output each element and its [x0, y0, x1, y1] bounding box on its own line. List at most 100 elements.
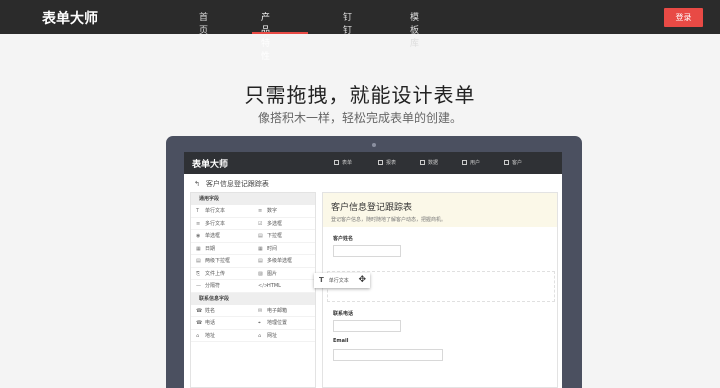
- palette-grid-common: T 单行文本 ≡ 数字 ≡ 多行文本 ☑ 多选框 ◉ 单选框 ▤ 下拉框 ▦ 日期 ▦ 时间 ▤ 两级下拉框 ▤ 多级…: [191, 205, 315, 293]
- field-type-icon: ☑: [258, 220, 263, 227]
- field-type-icon: ⌂: [196, 332, 200, 339]
- nav-item-home[interactable]: 首页: [199, 10, 208, 36]
- field-type-icon: ⌂: [258, 332, 262, 339]
- app-nav-label: 用户: [470, 160, 481, 166]
- customer-name-input[interactable]: [333, 245, 401, 257]
- form-description: 登记客户信息，随时随地了解客户动态，把握商机。: [331, 217, 447, 223]
- palette-item[interactable]: ▤ 多级单选框: [253, 255, 315, 268]
- app-header: 表单大师 表单 报表 数据 用户 客户: [184, 152, 562, 174]
- field-type-icon: ⎘: [196, 270, 201, 277]
- palette-item-label: 时间: [267, 245, 278, 252]
- palette-item[interactable]: ☎ 电话: [191, 317, 253, 330]
- palette-section-contact: 联系信息字段: [191, 292, 315, 305]
- app-screen: 表单大师 表单 报表 数据 用户 客户 ↰ 客户信息登记跟踪表 通用字段 T 单行文…: [184, 152, 562, 388]
- palette-item-label: 多选框: [267, 220, 283, 227]
- app-nav-report[interactable]: 报表: [378, 159, 396, 166]
- top-nav-bar: 表单大师 首页 产品特性 钉钉 模板库 登录: [0, 0, 720, 62]
- field-type-icon: ◉: [196, 233, 201, 239]
- nav-item-templates[interactable]: 模板库: [410, 10, 419, 49]
- login-button[interactable]: 登录: [664, 8, 703, 27]
- palette-item-label: 图片: [267, 270, 278, 277]
- palette-item-label: 电子邮箱: [267, 307, 288, 314]
- palette-item[interactable]: ◉ 单选框: [191, 230, 253, 243]
- users-icon: [462, 160, 467, 165]
- palette-item-label: 地址: [205, 332, 216, 339]
- field-type-icon: —: [196, 283, 201, 289]
- brand-logo[interactable]: 表单大师: [42, 8, 98, 28]
- palette-section-common: 通用字段: [191, 193, 315, 205]
- palette-item-label: 数字: [267, 208, 278, 214]
- field-type-icon: T: [196, 208, 200, 214]
- palette-item-label: 单选框: [205, 233, 221, 239]
- palette-item[interactable]: — 分隔符: [191, 280, 253, 293]
- palette-item-label: 两级下拉框: [205, 258, 231, 264]
- palette-item-label: 多行文本: [205, 220, 226, 227]
- nav-item-features[interactable]: 产品特性: [261, 10, 270, 62]
- field-label-email: Email: [333, 338, 349, 344]
- palette-item[interactable]: ≡ 数字: [253, 205, 315, 218]
- app-nav-customers[interactable]: 客户: [504, 159, 522, 166]
- field-type-icon: ≡: [258, 208, 263, 214]
- palette-item[interactable]: ≡ 多行文本: [191, 218, 253, 230]
- form-title: 客户信息登记跟踪表: [331, 203, 413, 213]
- palette-item-label: 分隔符: [205, 283, 221, 289]
- field-type-icon: ≡: [196, 220, 201, 227]
- palette-item[interactable]: ▤ 两级下拉框: [191, 255, 253, 268]
- palette-item[interactable]: ▦ 日期: [191, 243, 253, 255]
- nav-active-indicator: [252, 32, 308, 34]
- palette-item[interactable]: ▨ 图片: [253, 268, 315, 280]
- palette-item-label: 日期: [205, 245, 216, 252]
- data-icon: [420, 160, 425, 165]
- palette-grid-contact: ☎ 姓名 ✉ 电子邮箱 ☎ 电话 ⌖ 地理位置 ⌂ 地址 ⌂ 网址: [191, 305, 315, 342]
- app-nav-label: 表单: [342, 160, 353, 166]
- field-type-icon: ▦: [196, 245, 201, 252]
- palette-item[interactable]: ⎘ 文件上传: [191, 268, 253, 280]
- breadcrumb: ↰ 客户信息登记跟踪表: [194, 179, 269, 189]
- palette-item[interactable]: ☎ 姓名: [191, 305, 253, 317]
- palette-item-label: 姓名: [205, 307, 216, 314]
- field-type-icon: ▤: [258, 258, 263, 264]
- field-type-icon: ✉: [258, 307, 263, 314]
- palette-item-label: HTML: [267, 283, 281, 289]
- palette-item-label: 电话: [205, 320, 216, 326]
- app-nav-label: 数据: [428, 160, 439, 166]
- dragging-field-chip[interactable]: T 单行文本 ✥: [314, 273, 370, 288]
- app-nav-form[interactable]: 表单: [334, 159, 352, 166]
- field-type-icon: </>: [258, 283, 269, 289]
- hero-subtitle: 像搭积木一样，轻松完成表单的创建。: [257, 111, 462, 125]
- app-nav-users[interactable]: 用户: [462, 159, 480, 166]
- back-arrow-icon[interactable]: ↰: [194, 180, 200, 188]
- palette-item[interactable]: ✉ 电子邮箱: [253, 305, 315, 317]
- palette-item-label: 网址: [267, 332, 278, 339]
- field-type-icon: ☎: [196, 320, 203, 326]
- app-nav-data[interactable]: 数据: [420, 159, 438, 166]
- customer-icon: [504, 160, 509, 165]
- palette-item[interactable]: </>HTML: [253, 280, 315, 293]
- form-header[interactable]: 客户信息登记跟踪表 登记客户信息，随时随地了解客户动态，把握商机。: [323, 193, 557, 227]
- palette-item[interactable]: ▤ 下拉框: [253, 230, 315, 243]
- phone-input[interactable]: [333, 320, 401, 332]
- field-label-customer-name: 客户姓名: [333, 236, 354, 242]
- field-type-icon: ☎: [196, 307, 203, 314]
- field-type-icon: ⌖: [258, 320, 261, 326]
- hero-title: 只需拖拽，就能设计表单: [244, 83, 476, 107]
- palette-item-label: 下拉框: [267, 233, 283, 239]
- palette-item[interactable]: ⌖ 地理位置: [253, 317, 315, 330]
- palette-item[interactable]: ▦ 时间: [253, 243, 315, 255]
- text-field-icon: T: [319, 276, 324, 284]
- form-canvas: 客户信息登记跟踪表 登记客户信息，随时随地了解客户动态，把握商机。 客户姓名 联…: [322, 192, 558, 388]
- email-input[interactable]: [333, 349, 443, 361]
- field-type-icon: ▤: [196, 258, 201, 264]
- app-nav-label: 客户: [512, 160, 523, 166]
- laptop-frame: 表单大师 表单 报表 数据 用户 客户 ↰ 客户信息登记跟踪表 通用字段 T 单行文…: [166, 136, 582, 388]
- palette-item-label: 多级单选框: [267, 258, 293, 264]
- nav-item-dingtalk[interactable]: 钉钉: [343, 10, 352, 36]
- palette-item[interactable]: ⌂ 网址: [253, 330, 315, 342]
- chart-icon: [378, 160, 383, 165]
- camera-dot: [372, 143, 376, 147]
- breadcrumb-title: 客户信息登记跟踪表: [205, 180, 269, 188]
- palette-item[interactable]: T 单行文本: [191, 205, 253, 218]
- palette-item[interactable]: ⌂ 地址: [191, 330, 253, 342]
- palette-item[interactable]: ☑ 多选框: [253, 218, 315, 230]
- field-palette: 通用字段 T 单行文本 ≡ 数字 ≡ 多行文本 ☑ 多选框 ◉ 单选框 ▤ 下拉框 ▦ 日期 ▦ 时间 ▤ 两级下…: [190, 192, 316, 388]
